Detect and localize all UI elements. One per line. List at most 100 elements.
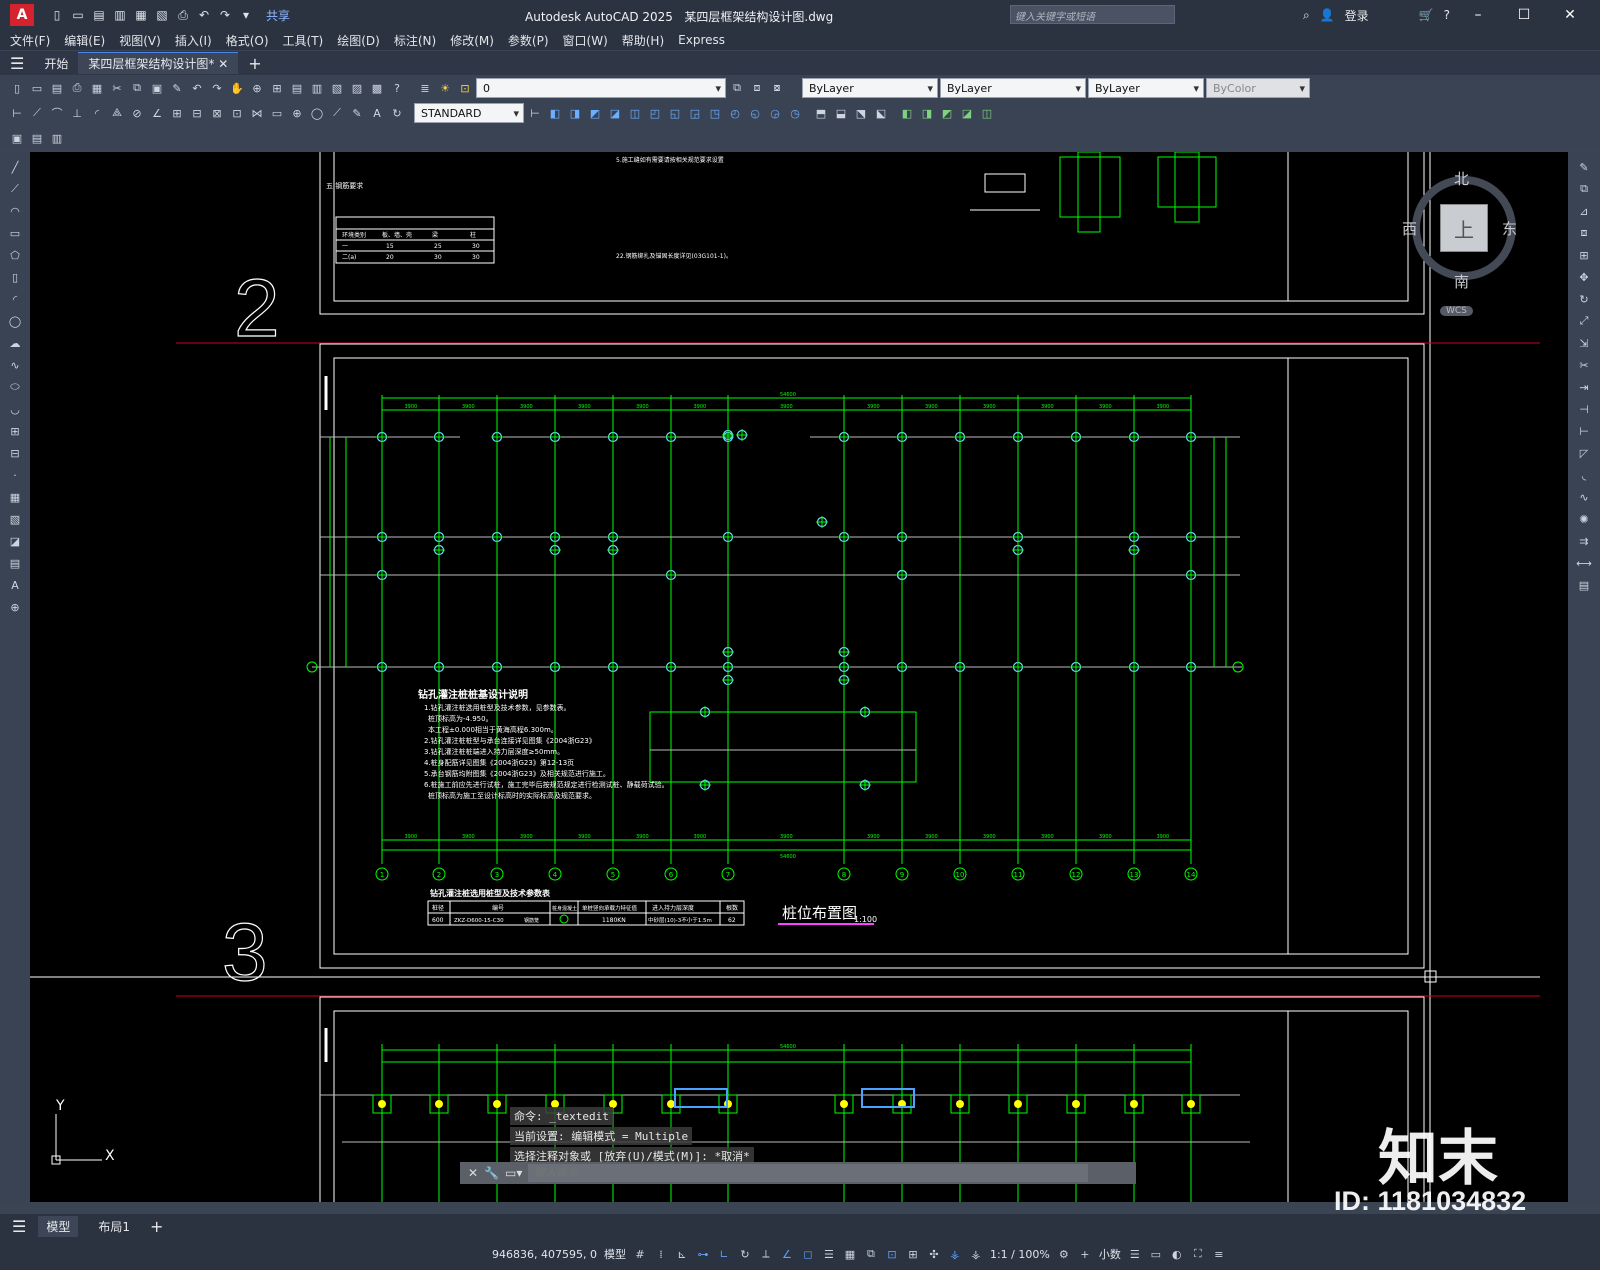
rectangle-icon[interactable]: ▭ <box>6 224 24 242</box>
paste-icon[interactable]: ▣ <box>148 79 166 97</box>
preview-icon[interactable]: ▦ <box>88 79 106 97</box>
units-dropdown[interactable]: 小数 <box>1099 1246 1121 1262</box>
annotation-visibility-icon[interactable]: ⚶ <box>948 1246 962 1262</box>
arc-icon[interactable]: ◠ <box>6 202 24 220</box>
lengthen-icon[interactable]: ⟷ <box>1575 554 1593 572</box>
tab-document[interactable]: 某四层框架结构设计图* ✕ <box>78 52 239 74</box>
insert-block-icon[interactable]: ▣ <box>8 129 26 147</box>
user-icon[interactable]: 👤 <box>1320 8 1335 22</box>
workspace-icon[interactable]: ⚙ <box>1057 1246 1071 1262</box>
inspect-icon[interactable]: ◯ <box>308 104 326 122</box>
snap-icon[interactable]: ⁞ <box>654 1246 668 1262</box>
view-icon[interactable]: ⬒ <box>812 104 830 122</box>
gizmo-icon[interactable]: ✣ <box>927 1246 941 1262</box>
cloud-icon[interactable]: ☁ <box>6 334 24 352</box>
publish-icon[interactable]: ▧ <box>153 6 171 24</box>
isolate-icon[interactable]: ◐ <box>1170 1246 1184 1262</box>
app-menu-icon[interactable]: ☰ <box>0 52 34 74</box>
cone-icon[interactable]: ◪ <box>958 104 976 122</box>
block-icon[interactable]: ⊟ <box>6 444 24 462</box>
compass-north[interactable]: 北 <box>1454 168 1469 189</box>
saveas-icon[interactable]: ▥ <box>111 6 129 24</box>
layout-menu-icon[interactable]: ☰ <box>12 1217 26 1236</box>
bulb-icon[interactable]: ☀ <box>436 79 454 97</box>
polar-icon[interactable]: ↻ <box>738 1246 752 1262</box>
dimedit-icon[interactable]: ✎ <box>348 104 366 122</box>
polyline-icon[interactable]: ⟋ <box>6 180 24 198</box>
layer-iso-icon[interactable]: ⧈ <box>748 79 766 97</box>
menu-item-11[interactable]: 帮助(H) <box>622 32 664 49</box>
offset-icon[interactable]: ⧈ <box>1575 224 1593 242</box>
edit-icon[interactable]: ▤ <box>1575 576 1593 594</box>
dim-continue-icon[interactable]: ⊠ <box>208 104 226 122</box>
ellipse-icon[interactable]: ⬭ <box>6 378 24 396</box>
ucs-origin-icon[interactable]: ◱ <box>666 104 684 122</box>
coordinates[interactable]: 946836, 407595, 0 <box>492 1248 597 1261</box>
circle-icon[interactable]: ◯ <box>6 312 24 330</box>
annomonitor-icon[interactable]: + <box>1078 1246 1092 1262</box>
dimstyle-dropdown[interactable]: STANDARD <box>414 103 524 123</box>
customize-icon[interactable]: ≡ <box>1212 1246 1226 1262</box>
fullscreen-icon[interactable]: ⛶ <box>1191 1246 1205 1262</box>
view-side-icon[interactable]: ⬕ <box>872 104 890 122</box>
explode-icon[interactable]: ✺ <box>1575 510 1593 528</box>
ucs-y-icon[interactable]: ◵ <box>746 104 764 122</box>
view-top-icon[interactable]: ⬓ <box>832 104 850 122</box>
dimstyle-icon[interactable]: ⊢ <box>526 104 544 122</box>
plotstyle-dropdown[interactable]: ByColor <box>1206 78 1310 98</box>
zoom-window-icon[interactable]: ⊞ <box>268 79 286 97</box>
calculator-icon[interactable]: ▩ <box>368 79 386 97</box>
login-button[interactable]: 登录 <box>1345 7 1369 24</box>
tab-model[interactable]: 模型 <box>38 1215 79 1237</box>
layer-dropdown[interactable]: 0 <box>476 78 726 98</box>
menu-item-8[interactable]: 修改(M) <box>450 32 494 49</box>
layer-states-icon[interactable]: ▥ <box>48 129 66 147</box>
viewcube-top-face[interactable]: 上 <box>1440 204 1488 252</box>
copy-icon[interactable]: ⧉ <box>128 79 146 97</box>
qdim-icon[interactable]: ⊞ <box>168 104 186 122</box>
jogged-linear-icon[interactable]: ⟋ <box>328 104 346 122</box>
view-front-icon[interactable]: ⬔ <box>852 104 870 122</box>
ucs-3point-icon[interactable]: ◳ <box>706 104 724 122</box>
pan-icon[interactable]: ✋ <box>228 79 246 97</box>
dim-diameter-icon[interactable]: ⊘ <box>128 104 146 122</box>
ucs-apply-icon[interactable]: ◷ <box>786 104 804 122</box>
new-icon[interactable]: ▯ <box>48 6 66 24</box>
arc2-icon[interactable]: ◜ <box>6 290 24 308</box>
copy-icon[interactable]: ⧉ <box>1575 180 1593 198</box>
infer-icon[interactable]: ⊾ <box>675 1246 689 1262</box>
dimtedit-icon[interactable]: A <box>368 104 386 122</box>
gradient-icon[interactable]: ▧ <box>6 510 24 528</box>
command-input[interactable] <box>528 1164 1089 1182</box>
properties-icon[interactable]: ▤ <box>288 79 306 97</box>
menu-item-7[interactable]: 标注(N) <box>394 32 436 49</box>
sheetset-icon[interactable]: ▨ <box>348 79 366 97</box>
drawing-canvas[interactable]: 2 3 五 钢筋要求 环境类别 板、墙、壳 梁 柱 一 15 25 30 二(a… <box>30 152 1568 1202</box>
break-icon[interactable]: ⊣ <box>1575 400 1593 418</box>
ucs-z-icon[interactable]: ◶ <box>766 104 784 122</box>
menu-item-10[interactable]: 窗口(W) <box>563 32 608 49</box>
menu-item-2[interactable]: 视图(V) <box>119 32 161 49</box>
box-icon[interactable]: ◧ <box>898 104 916 122</box>
wcs-button[interactable]: WCS <box>1440 306 1473 316</box>
transparency-icon[interactable]: ▦ <box>843 1246 857 1262</box>
tab-layout1[interactable]: 布局1 <box>90 1216 138 1237</box>
ucs-zaxis-icon[interactable]: ◲ <box>686 104 704 122</box>
autoscale-icon[interactable]: ⚶ <box>969 1246 983 1262</box>
rotate-icon[interactable]: ↻ <box>1575 290 1593 308</box>
scale-icon[interactable]: ⤢ <box>1575 312 1593 330</box>
menu-item-1[interactable]: 编辑(E) <box>64 32 105 49</box>
ucs-world-icon[interactable]: ◨ <box>566 104 584 122</box>
model-space-button[interactable]: 模型 <box>604 1246 626 1262</box>
tab-start[interactable]: 开始 <box>34 52 78 74</box>
spline-icon[interactable]: ∿ <box>6 356 24 374</box>
web-icon[interactable]: ▦ <box>132 6 150 24</box>
ucs-view-icon[interactable]: ◰ <box>646 104 664 122</box>
polygon-icon[interactable]: ⬠ <box>6 246 24 264</box>
selection-cycling-icon[interactable]: ⧉ <box>864 1246 878 1262</box>
ucs-face-icon[interactable]: ◪ <box>606 104 624 122</box>
3d-osnap-icon[interactable]: ⊡ <box>885 1246 899 1262</box>
wedge-icon[interactable]: ◨ <box>918 104 936 122</box>
dim-arc-icon[interactable]: ⌒ <box>48 104 66 122</box>
cmd-close-icon[interactable]: ✕ <box>468 1166 478 1180</box>
